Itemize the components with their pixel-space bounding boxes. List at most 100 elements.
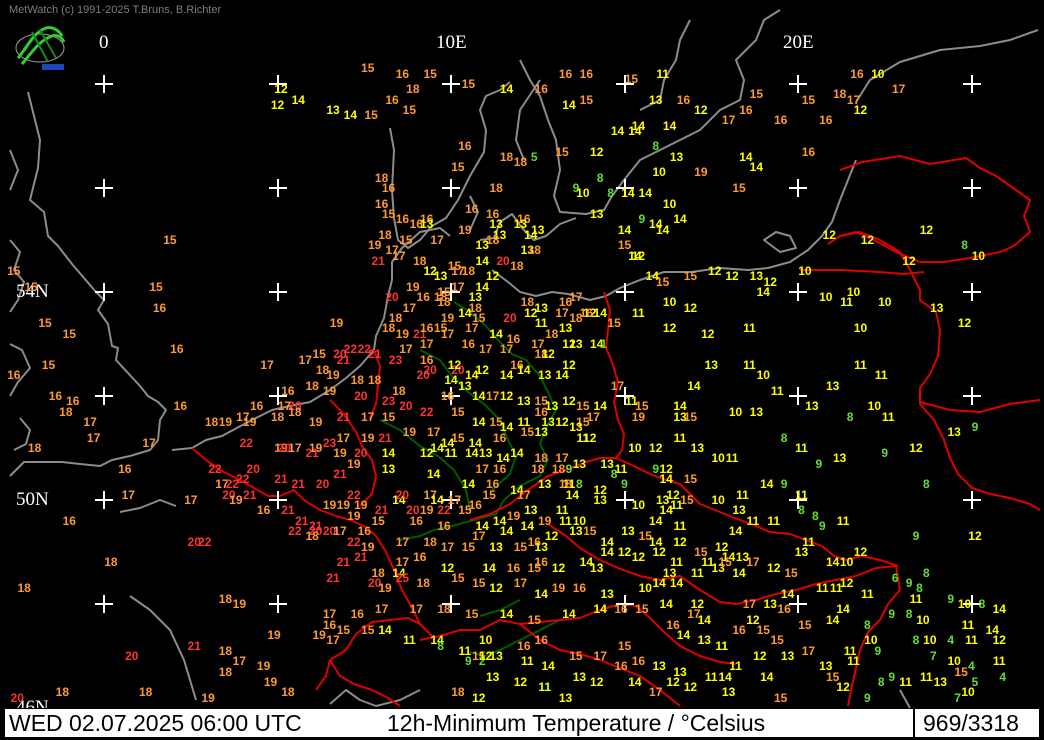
temperature-value: 12 [617,545,632,559]
temperature-value: 9 [971,420,979,435]
temperature-value: 15 [451,571,465,585]
grid-cross [268,179,287,197]
temperature-value: 13 [593,493,607,507]
temperature-value: 17 [440,326,455,341]
temperature-value: 17 [465,321,479,336]
temperature-value: 16 [416,290,430,305]
temperature-value: 14 [499,82,514,97]
temperature-value: 15 [458,503,472,518]
temperature-value: 12 [489,581,503,596]
temperature-value: 14 [600,534,614,549]
temperature-value: 16 [465,201,479,216]
temperature-value: 8 [923,477,930,492]
temperature-value: 10 [916,612,930,627]
temperature-value: 9 [652,461,660,476]
temperature-value: 13 [433,269,448,284]
temperature-value: 13 [479,446,493,461]
temperature-value: 20 [385,290,399,305]
temperature-value: 13 [721,685,736,700]
temperature-value: 16 [152,300,167,315]
temperature-value: 15 [423,66,437,81]
temperature-value: 14 [562,97,576,112]
temperature-value: 13 [558,690,573,705]
temperature-value: 22 [347,534,361,549]
temperature-value: 13 [652,659,666,674]
temperature-value: 15 [461,539,476,554]
temperature-value: 17 [485,389,500,403]
temperature-value: 9 [780,477,788,492]
temperature-value: 16 [631,654,646,669]
temperature-value: 16 [461,337,476,351]
temperature-value: 10 [711,451,725,466]
temperature-value: 18 [305,529,319,544]
temperature-value: 16 [440,389,455,403]
temperature-value: 15 [465,607,479,622]
temperature-value: 14 [780,586,795,601]
temperature-value: 13 [538,368,552,383]
temperature-value: 13 [697,633,711,648]
temperature-value: 15 [798,617,812,632]
temperature-value: 11 [920,669,933,684]
temperature-value: 4 [968,659,975,674]
temperature-value: 13 [326,103,340,117]
temperature-value: 8 [607,186,614,201]
temperature-value: 17 [333,524,347,539]
temperature-value: 12 [590,675,604,689]
temperature-value: 13 [933,675,947,689]
temperature-value: 10 [867,399,882,414]
temperature-value: 13 [590,207,604,221]
longitude-label: 20E [783,32,814,53]
temperature-value: 12 [659,461,673,476]
temperature-value: 16 [62,513,76,528]
temperature-value: 17 [430,233,444,247]
border-southwest [315,659,331,691]
temperature-value: 16 [517,638,531,653]
temperature-value: 10 [878,295,892,310]
temperature-value: 16 [458,139,472,154]
grid-cross [789,283,807,301]
temperature-value: 11 [715,638,728,653]
temperature-value: 14 [291,92,305,107]
temperature-value: 14 [482,560,496,575]
temperature-value: 12 [555,415,569,429]
temperature-value: 20 [496,253,510,268]
temperature-value: 10 [662,196,677,211]
temperature-value: 14 [343,108,358,123]
temperature-value: 19 [243,415,257,429]
temperature-value: 17 [142,435,156,450]
temperature-value: 16 [249,399,264,414]
coastline-ireland [9,149,19,191]
temperature-value: 14 [662,118,677,133]
temperature-value: 12 [472,690,486,705]
temperature-value: 8 [652,139,660,154]
temperature-value: 22 [197,534,212,549]
temperature-value: 15 [361,623,375,637]
temperature-value: 16 [492,430,507,445]
temperature-value: 14 [659,597,673,611]
temperature-value: 15 [38,316,52,331]
temperature-value: 10 [711,493,725,507]
temperature-value: 15 [624,71,639,86]
temperature-value: 8 [798,503,805,518]
temperature-value: 15 [513,539,528,554]
temperature-value: 19 [329,316,344,331]
temperature-value: 18 [527,243,541,258]
temperature-value: 19 [308,415,323,429]
grid-cross [442,75,460,93]
temperature-value: 12 [701,326,715,341]
temperature-value: 13 [572,669,587,684]
temperature-value: 12 [499,389,514,403]
temperature-value: 10 [839,555,854,570]
temperature-value: 14 [593,602,607,617]
temperature-value: 8 [864,617,871,632]
temperature-value: 12 [631,550,646,565]
temperature-value: 15 [579,92,594,107]
temperature-value: 18 [416,576,430,591]
temperature-value: 14 [760,669,774,684]
temperature-value: 11 [961,617,975,632]
temperature-value: 17 [610,378,625,393]
temperature-value: 15 [24,279,38,294]
temperature-value: 12 [902,253,916,268]
temperature-value: 14 [579,555,594,570]
temperature-value: 13 [621,524,635,539]
